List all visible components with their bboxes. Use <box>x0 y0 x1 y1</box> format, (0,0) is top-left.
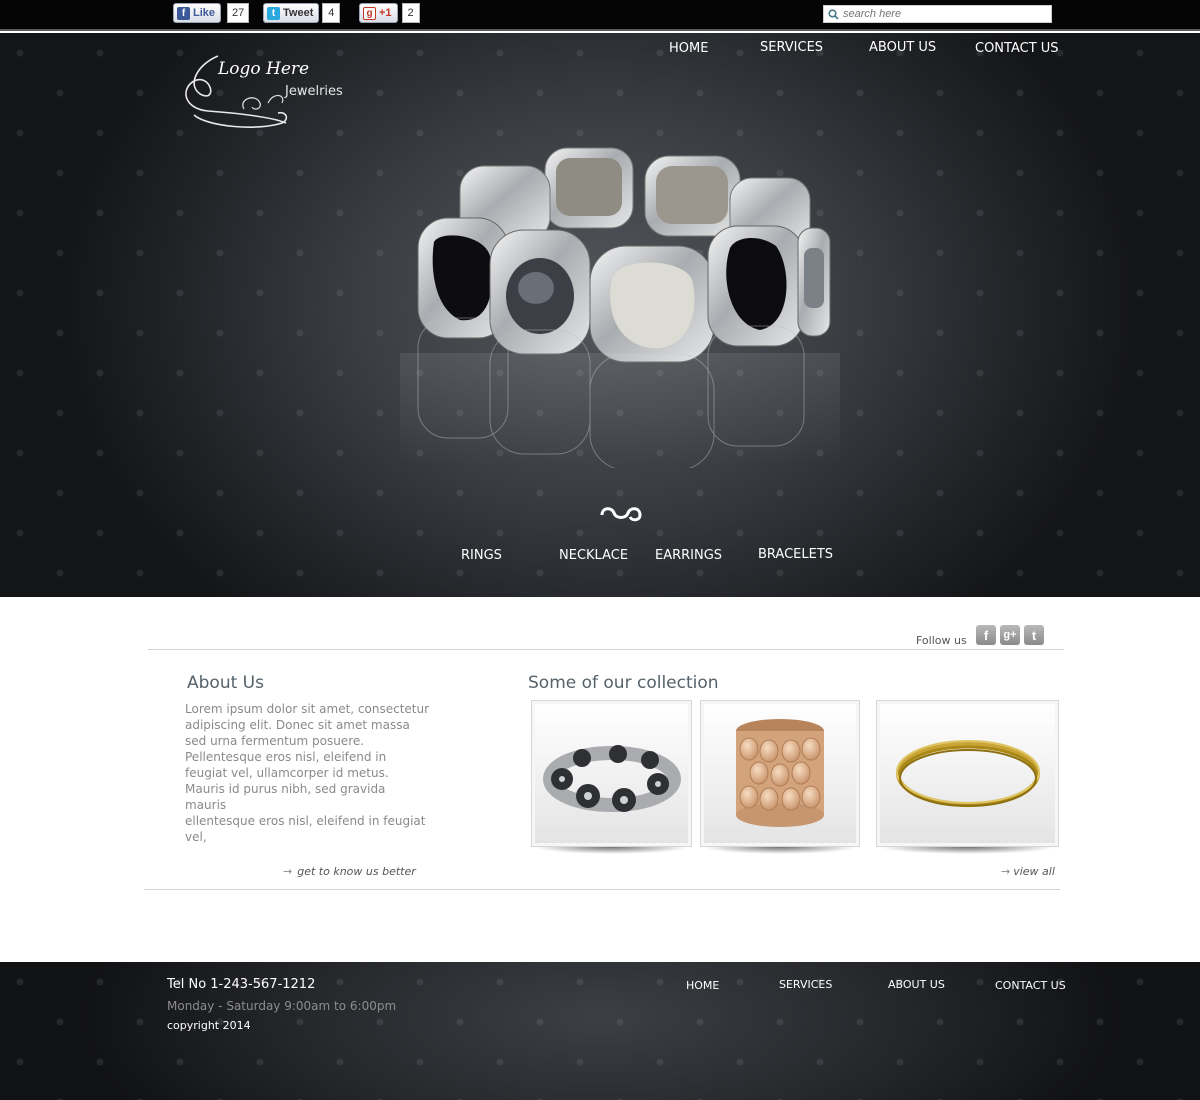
about-us-heading: About Us <box>187 673 264 693</box>
collection-image-frame <box>880 704 1055 843</box>
thumb-shadow <box>703 847 857 854</box>
facebook-icon[interactable]: f <box>976 625 996 645</box>
footer-nav-contact-us[interactable]: CONTACT US <box>995 979 1066 992</box>
twitter-icon[interactable]: t <box>1024 625 1044 645</box>
tweet-button[interactable]: t Tweet <box>263 3 320 23</box>
footer-nav-services[interactable]: SERVICES <box>779 978 832 991</box>
thumb-shadow <box>534 847 689 854</box>
category-rings[interactable]: RINGS <box>461 548 502 563</box>
footer-nav-about-us[interactable]: ABOUT US <box>888 978 945 991</box>
google-plus-one-label: +1 <box>379 7 392 19</box>
collection-item[interactable] <box>876 700 1059 854</box>
search-icon <box>828 8 839 20</box>
nav-home[interactable]: HOME <box>669 41 708 56</box>
collection-heading: Some of our collection <box>528 673 719 693</box>
google-plus-icon[interactable]: g+ <box>1000 625 1020 645</box>
google-g-icon: g <box>363 6 376 20</box>
facebook-like-count: 27 <box>227 3 250 23</box>
footer-hours: Monday - Saturday 9:00am to 6:00pm <box>167 999 397 1013</box>
get-to-know-us-link[interactable]: → get to know us better <box>283 865 416 878</box>
about-us-text: Lorem ipsum dolor sit amet, consectetur … <box>185 701 430 845</box>
gold-bangles-image <box>895 739 1040 807</box>
footer-nav-home[interactable]: HOME <box>686 979 719 992</box>
logo-text: Logo Here <box>218 59 310 79</box>
facebook-like-button[interactable]: f Like <box>173 3 222 23</box>
arrow-right-icon: → <box>283 865 293 878</box>
category-necklace[interactable]: NECKLACE <box>559 548 628 563</box>
divider-top <box>148 649 1064 650</box>
search-box <box>823 5 1052 23</box>
thumb-shadow <box>879 847 1056 854</box>
collection-image-frame <box>704 704 856 843</box>
about-us-paragraph: Lorem ipsum dolor sit amet, consectetur … <box>185 702 430 812</box>
facebook-like-widget: f Like 27 <box>173 3 250 23</box>
view-all-label: view all <box>1013 865 1055 878</box>
collection-image-frame <box>535 704 688 843</box>
site-logo[interactable]: Logo Here Jewelries <box>178 51 358 131</box>
footer-phone: Tel No 1-243-567-1212 <box>167 977 316 992</box>
follow-us-label: Follow us <box>916 634 967 647</box>
twitter-tweet-widget: t Tweet 4 <box>263 3 341 23</box>
google-plus-one-count: 2 <box>401 3 420 23</box>
divider-bottom <box>144 889 1060 890</box>
top-social-bar: f Like 27 t Tweet 4 g +1 2 <box>0 0 1200 31</box>
twitter-bird-icon: t <box>267 6 280 20</box>
logo-subtext: Jewelries <box>285 84 343 99</box>
category-bracelets[interactable]: BRACELETS <box>758 547 833 562</box>
gold-disc-cuff-image <box>736 718 824 827</box>
footer: Tel No 1-243-567-1212 Monday - Saturday … <box>0 962 1200 1100</box>
about-us-paragraph-2: ellentesque eros nisl, eleifend in feugi… <box>185 814 426 844</box>
search-input[interactable] <box>843 8 1043 20</box>
facebook-icon: f <box>177 6 190 20</box>
category-earrings[interactable]: EARRINGS <box>655 548 722 563</box>
get-to-know-us-label: get to know us better <box>297 865 416 878</box>
collection-item[interactable] <box>700 700 860 854</box>
swirl-ornament-icon <box>600 507 642 522</box>
content-section: Follow us f g+ t About Us Lorem ipsum do… <box>0 597 1200 962</box>
nav-contact-us[interactable]: CONTACT US <box>975 41 1059 56</box>
google-plus-one-button[interactable]: g +1 <box>359 3 398 23</box>
silver-flower-bracelet-image <box>542 744 681 812</box>
footer-copyright: copyright 2014 <box>167 1019 251 1032</box>
hero-banner: Logo Here Jewelries HOME SERVICES ABOUT … <box>0 33 1200 597</box>
nav-about-us[interactable]: ABOUT US <box>869 40 936 55</box>
featured-bracelet-image <box>400 147 840 468</box>
view-all-link[interactable]: → view all <box>1001 865 1055 878</box>
google-plus-widget: g +1 2 <box>359 3 420 23</box>
nav-services[interactable]: SERVICES <box>760 40 823 55</box>
collection-item[interactable] <box>531 700 692 854</box>
tweet-count: 4 <box>322 3 341 23</box>
arrow-right-icon: → <box>1001 865 1011 878</box>
facebook-like-label: Like <box>193 7 216 19</box>
tweet-label: Tweet <box>283 7 314 19</box>
